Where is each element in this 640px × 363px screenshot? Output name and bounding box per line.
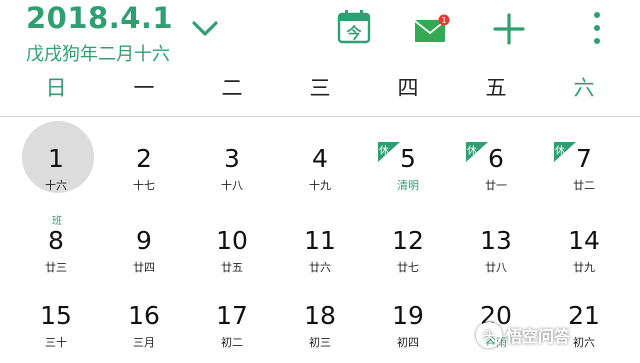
day-cell[interactable]: 2 十七 xyxy=(100,126,188,206)
day-number: 14 xyxy=(568,226,600,255)
lunar-day-label: 廿五 xyxy=(221,261,243,274)
watermark-text: 悟空问答 xyxy=(506,326,571,346)
day-number: 8 xyxy=(48,226,64,255)
day-number: 13 xyxy=(480,226,512,255)
day-cell[interactable]: 14 廿九 xyxy=(540,208,628,288)
weekday-label: 四 xyxy=(397,76,419,100)
month-grid: 1 十六 2 十七 3 十八 4 十九 5 清明休 6 廿一休 7 廿二休 8 廿三班 9 廿四 10 廿五 11 廿六 1… xyxy=(0,116,640,351)
lunar-day-label: 初三 xyxy=(309,336,331,349)
day-cell[interactable]: 13 廿八 xyxy=(452,208,540,288)
day-number: 16 xyxy=(128,301,160,330)
day-cell[interactable]: 15 三十 xyxy=(12,283,100,363)
day-cell[interactable]: 10 廿五 xyxy=(188,208,276,288)
lunar-day-label: 廿九 xyxy=(573,261,595,274)
lunar-day-label: 廿八 xyxy=(485,261,507,274)
lunar-day-label: 十八 xyxy=(221,179,243,192)
workday-badge: 班 xyxy=(52,216,62,227)
calendar-header: 2018.4.1 戊戌狗年二月十六 今 1 日 一 二 三 四 五 六 xyxy=(0,0,640,110)
holiday-badge-label: 休 xyxy=(379,146,389,157)
day-cell[interactable]: 19 初四 xyxy=(364,283,452,363)
day-number: 12 xyxy=(392,226,424,255)
weekday-label: 三 xyxy=(309,76,331,100)
day-number: 17 xyxy=(216,301,248,330)
day-cell[interactable]: 17 初二 xyxy=(188,283,276,363)
plus-icon[interactable] xyxy=(492,12,526,46)
lunar-day-label: 廿三 xyxy=(45,261,67,274)
day-number: 11 xyxy=(304,226,336,255)
lunar-day-label: 十七 xyxy=(133,179,155,192)
day-cell[interactable]: 18 初三 xyxy=(276,283,364,363)
day-cell-selected[interactable]: 1 十六 xyxy=(12,126,100,206)
lunar-day-label: 初二 xyxy=(221,336,243,349)
day-cell[interactable]: 11 廿六 xyxy=(276,208,364,288)
day-cell[interactable]: 8 廿三 班 xyxy=(12,208,100,288)
day-number: 18 xyxy=(304,301,336,330)
day-cell[interactable]: 12 廿七 xyxy=(364,208,452,288)
chevron-down-icon[interactable] xyxy=(190,18,220,40)
holiday-badge-label: 休 xyxy=(555,146,565,157)
day-number: 19 xyxy=(392,301,424,330)
today-label: 今 xyxy=(345,24,361,42)
lunar-day-label: 廿六 xyxy=(309,261,331,274)
day-cell[interactable]: 9 廿四 xyxy=(100,208,188,288)
lunar-day-label: 廿四 xyxy=(133,261,155,274)
more-vert-icon[interactable] xyxy=(588,10,606,46)
day-number: 15 xyxy=(40,301,72,330)
lunar-day-label: 十九 xyxy=(309,179,331,192)
calendar-today-icon[interactable]: 今 xyxy=(337,10,371,44)
lunar-day-label: 廿二 xyxy=(573,179,595,192)
solar-term-label: 清明 xyxy=(397,179,419,192)
lunar-date-subtitle: 戊戌狗年二月十六 xyxy=(26,44,170,65)
watermark: 头 悟空问答 xyxy=(476,318,640,351)
day-cell[interactable]: 16 三月 xyxy=(100,283,188,363)
weekday-label: 一 xyxy=(133,76,155,100)
day-number: 3 xyxy=(224,144,240,173)
weekday-label: 六 xyxy=(573,76,595,100)
lunar-day-label: 十六 xyxy=(45,179,67,192)
day-cell[interactable]: 4 十九 xyxy=(276,126,364,206)
day-cell[interactable]: 6 廿一休 xyxy=(452,126,540,206)
day-number: 4 xyxy=(312,144,328,173)
day-number: 10 xyxy=(216,226,248,255)
watermark-logo: 头 xyxy=(476,321,502,348)
weekday-header-row: 日一二三四五六 xyxy=(0,72,640,104)
mail-icon[interactable]: 1 xyxy=(413,14,453,44)
weekday-label: 五 xyxy=(485,76,507,100)
day-cell[interactable]: 5 清明休 xyxy=(364,126,452,206)
holiday-badge-label: 休 xyxy=(467,146,477,157)
day-number: 9 xyxy=(136,226,152,255)
lunar-day-label: 廿一 xyxy=(485,179,507,192)
day-cell[interactable]: 7 廿二休 xyxy=(540,126,628,206)
lunar-day-label: 初四 xyxy=(397,336,419,349)
lunar-day-label: 三月 xyxy=(133,336,155,349)
weekday-label: 二 xyxy=(221,76,243,100)
day-number: 1 xyxy=(48,144,64,173)
day-cell[interactable]: 3 十八 xyxy=(188,126,276,206)
mail-badge-count: 1 xyxy=(441,16,446,25)
lunar-day-label: 廿七 xyxy=(397,261,419,274)
day-number: 2 xyxy=(136,144,152,173)
lunar-day-label: 三十 xyxy=(45,336,67,349)
current-date-title[interactable]: 2018.4.1 xyxy=(26,1,173,35)
weekday-label: 日 xyxy=(45,76,67,100)
